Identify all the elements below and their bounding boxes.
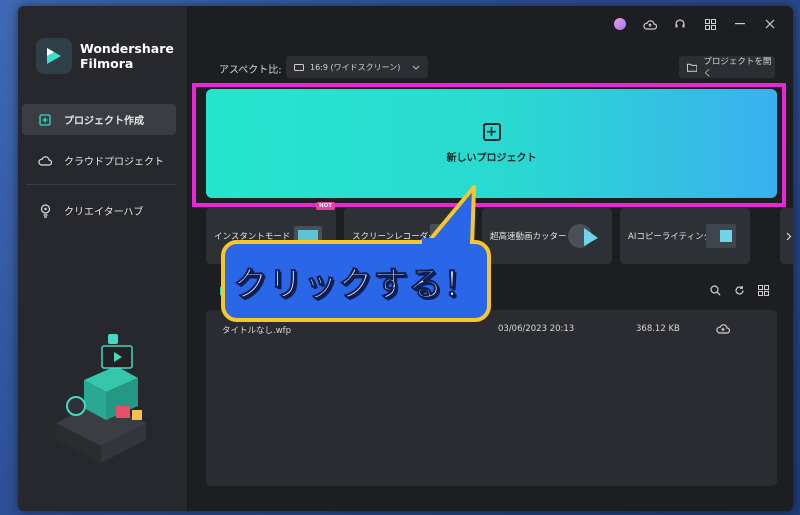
tool-instant-cutter[interactable]: 超高速動画カッター — [482, 208, 612, 264]
new-project-label: 新しいプロジェクト — [446, 153, 537, 164]
recent-toolbar — [703, 285, 775, 296]
chevron-right-icon — [786, 232, 792, 240]
minimize-icon[interactable] — [725, 14, 755, 34]
title-bar-controls — [605, 14, 785, 34]
editing-studio-illustration — [46, 328, 156, 472]
aspect-ratio-select[interactable]: 16:9 (ワイドスクリーン) — [286, 56, 428, 78]
open-project-button[interactable]: プロジェクトを開く — [679, 56, 775, 79]
aspect-ratio-label: アスペクト比: — [219, 65, 282, 76]
sidebar: Wondershare Filmora プロジェクト作成 クラウドプロジェクト — [18, 6, 188, 511]
sidebar-item-label: クラウドプロジェクト — [64, 157, 164, 168]
app-name-line2: Filmora — [80, 56, 134, 71]
callout-box: クリックする！ — [221, 240, 491, 322]
callout-text: クリックする！ — [233, 264, 479, 305]
cloud-upload-icon[interactable] — [716, 323, 731, 337]
tool-ai-copywriting[interactable]: AIコピーライティング — [620, 208, 750, 264]
cloud-icon — [38, 154, 52, 168]
grid-view-icon[interactable] — [751, 285, 775, 296]
close-icon[interactable] — [755, 14, 785, 34]
search-icon[interactable] — [703, 285, 727, 296]
recent-projects-list: タイトルなし.wfp 03/06/2023 20:13 368.12 KB — [206, 310, 777, 486]
chevron-down-icon — [412, 63, 420, 72]
app-name-line1: Wondershare — [80, 41, 174, 56]
sidebar-item-creator-hub[interactable]: クリエイターハブ — [22, 195, 176, 226]
sidebar-item-cloud-project[interactable]: クラウドプロジェクト — [22, 145, 176, 176]
tool-label: 超高速動画カッター — [490, 232, 567, 242]
folder-icon — [687, 63, 698, 72]
plus-icon: + — [482, 123, 501, 141]
avatar-icon[interactable] — [605, 14, 635, 34]
lightbulb-icon — [38, 203, 52, 218]
hot-badge: HOT — [316, 202, 336, 210]
app-logo: Wondershare Filmora — [36, 38, 174, 74]
aspect-ratio-icon — [294, 63, 304, 71]
new-project-button[interactable]: + 新しいプロジェクト — [206, 89, 777, 198]
new-project-icon — [38, 113, 52, 127]
file-size: 368.12 KB — [636, 324, 680, 334]
aspect-ratio-value: 16:9 (ワイドスクリーン) — [310, 62, 401, 72]
ai-copywriting-thumbnail — [706, 224, 736, 248]
sidebar-item-create-project[interactable]: プロジェクト作成 — [22, 104, 176, 135]
filmora-logo-icon — [36, 38, 72, 74]
open-project-label: プロジェクトを開く — [703, 57, 772, 79]
refresh-icon[interactable] — [727, 285, 751, 296]
callout-tail-joint — [422, 238, 470, 248]
sidebar-item-label: プロジェクト作成 — [64, 116, 144, 127]
table-row[interactable]: タイトルなし.wfp 03/06/2023 20:13 368.12 KB — [222, 324, 761, 340]
tool-label: AIコピーライティング — [628, 232, 713, 242]
headset-icon[interactable] — [665, 14, 695, 34]
cloud-sync-icon[interactable] — [635, 14, 665, 34]
sidebar-nav: プロジェクト作成 クラウドプロジェクト クリエイターハブ — [22, 104, 176, 236]
file-name: タイトルなし.wfp — [222, 326, 292, 336]
grid-apps-icon[interactable] — [695, 14, 725, 34]
video-cutter-thumbnail — [568, 224, 598, 248]
sidebar-divider — [26, 184, 176, 185]
callout-annotation: クリックする！ — [221, 185, 491, 322]
file-date: 03/06/2023 20:13 — [498, 324, 575, 334]
sidebar-item-label: クリエイターハブ — [64, 207, 144, 218]
tools-next-button[interactable] — [780, 208, 793, 264]
